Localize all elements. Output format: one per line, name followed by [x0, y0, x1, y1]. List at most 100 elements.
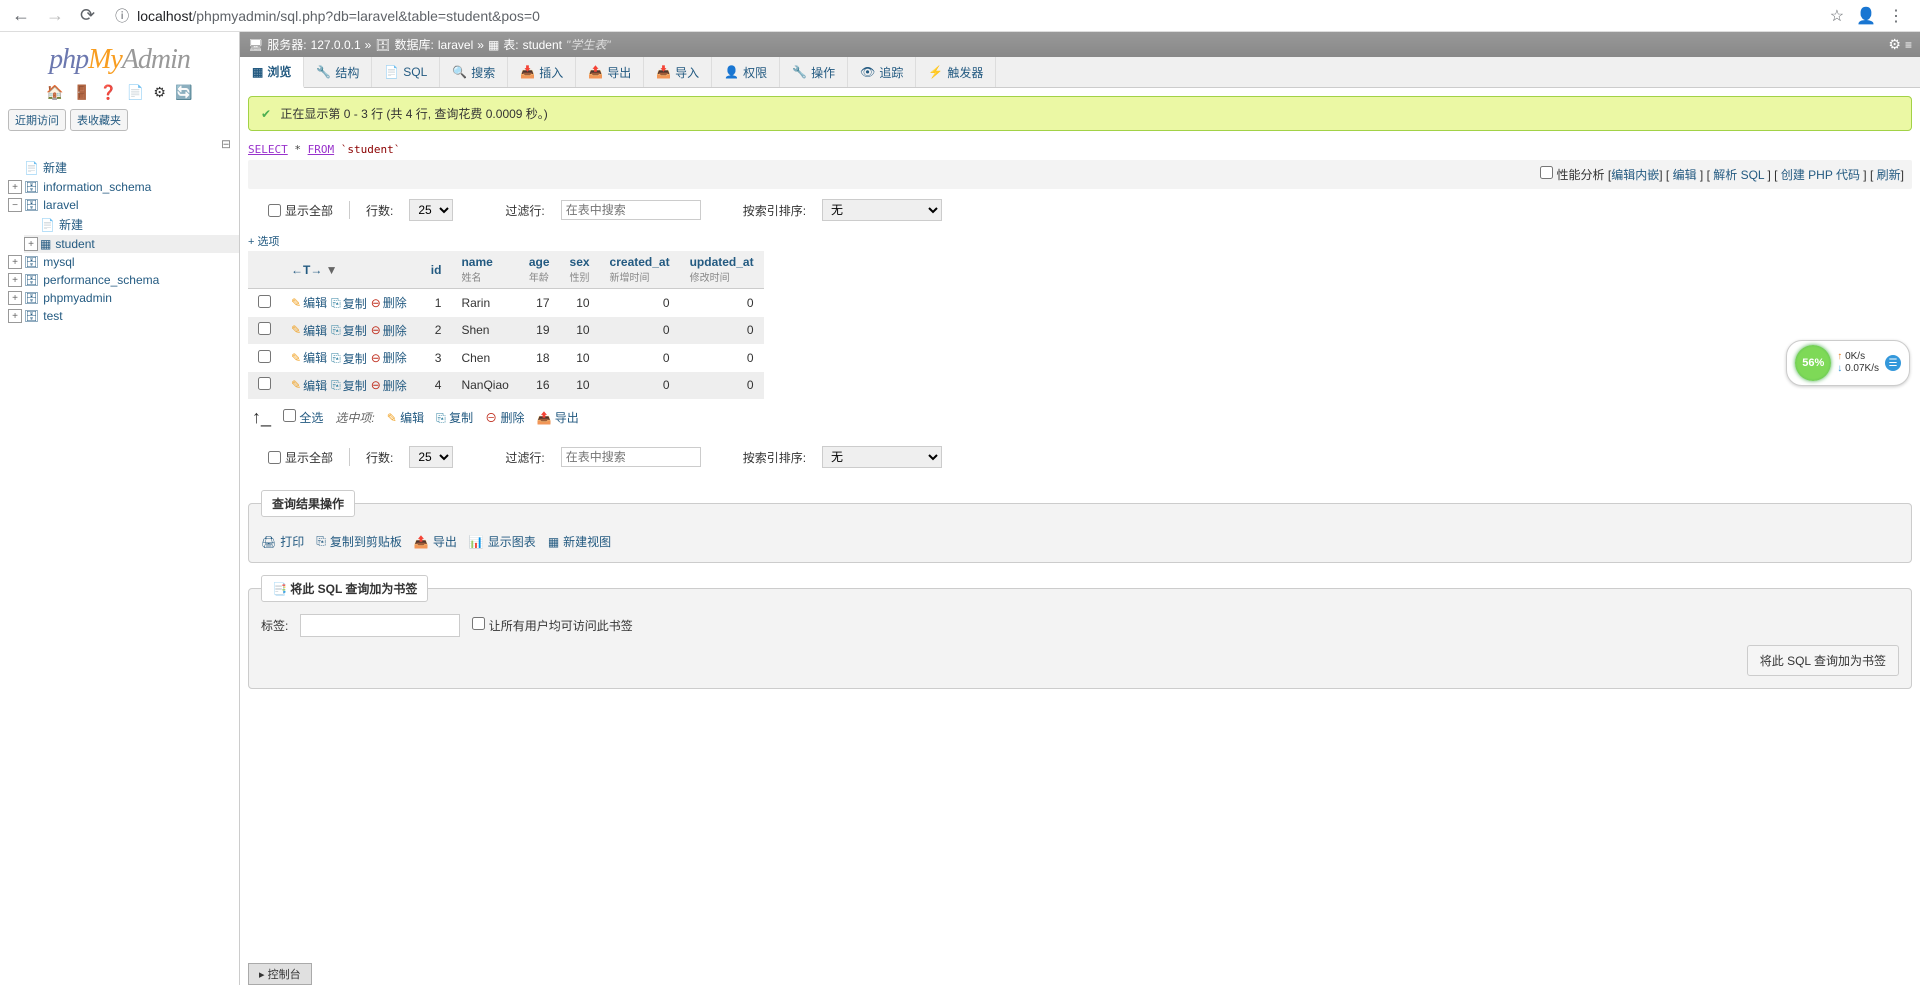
rows-select-2[interactable]: 25: [409, 446, 453, 468]
col-created_at[interactable]: created_at新增时间: [600, 251, 680, 289]
filter-input[interactable]: [561, 200, 701, 220]
tab-10[interactable]: ⚡触发器: [916, 57, 996, 87]
tab-2[interactable]: 📄SQL: [372, 57, 440, 87]
col-name[interactable]: name姓名: [451, 251, 518, 289]
breadcrumb-table[interactable]: student: [523, 38, 562, 52]
menu-icon[interactable]: ⋮: [1888, 6, 1904, 26]
logo[interactable]: phpMyAdmin: [0, 32, 239, 80]
php-link[interactable]: 创建 PHP 代码: [1781, 168, 1860, 182]
edit-inline-link[interactable]: 编辑内嵌: [1611, 168, 1659, 182]
filter-input-2[interactable]: [561, 447, 701, 467]
db-mysql[interactable]: +🗄mysql: [8, 253, 239, 271]
reload-tree-icon[interactable]: 🔄: [175, 84, 192, 101]
docs-icon[interactable]: ❓: [100, 84, 117, 101]
show-all-checkbox-2[interactable]: [268, 451, 281, 464]
breadcrumb-server[interactable]: 127.0.0.1: [311, 38, 361, 52]
row-edit[interactable]: ✎ 编辑: [291, 349, 327, 366]
toggle-icon[interactable]: −: [8, 198, 22, 212]
row-checkbox[interactable]: [258, 322, 271, 335]
db-test[interactable]: +🗄test: [8, 307, 239, 325]
create-view-link[interactable]: ▦ 新建视图: [548, 533, 611, 550]
toggle-icon[interactable]: +: [8, 180, 22, 194]
toggle-icon[interactable]: +: [8, 291, 22, 305]
info-icon[interactable]: ⓘ: [115, 6, 129, 26]
row-copy[interactable]: ⎘ 复制: [331, 377, 367, 394]
bookmark-share-checkbox[interactable]: [472, 617, 485, 630]
row-edit[interactable]: ✎ 编辑: [291, 377, 327, 394]
col-sex[interactable]: sex性别: [560, 251, 600, 289]
console-button[interactable]: ▸ 控制台: [248, 963, 312, 985]
tab-7[interactable]: 👤权限: [712, 57, 780, 87]
row-checkbox[interactable]: [258, 350, 271, 363]
row-delete[interactable]: ⊖ 删除: [371, 322, 407, 339]
row-delete[interactable]: ⊖ 删除: [371, 294, 407, 311]
url-bar[interactable]: ⓘ localhost/phpmyadmin/sql.php?db=larave…: [107, 6, 1822, 26]
breadcrumb-db[interactable]: laravel: [438, 38, 473, 52]
row-checkbox[interactable]: [258, 295, 271, 308]
new-db[interactable]: 📄新建: [8, 157, 239, 178]
bulk-export[interactable]: 📤 导出: [536, 409, 578, 426]
bulk-delete[interactable]: ⊖ 删除: [485, 409, 524, 426]
tab-5[interactable]: 📤导出: [576, 57, 644, 87]
row-copy[interactable]: ⎘ 复制: [331, 322, 367, 339]
bulk-edit[interactable]: ✎ 编辑: [387, 409, 424, 426]
db-phpmyadmin[interactable]: +🗄phpmyadmin: [8, 289, 239, 307]
toggle-icon[interactable]: +: [8, 273, 22, 287]
sort-arrows[interactable]: ←T→ ▼: [281, 251, 421, 289]
tab-0[interactable]: ▦浏览: [240, 57, 304, 88]
speed-more-icon[interactable]: ☰: [1885, 355, 1901, 371]
explain-link[interactable]: 解析 SQL: [1713, 168, 1764, 182]
db-laravel[interactable]: −🗄laravel: [8, 196, 239, 214]
row-delete[interactable]: ⊖ 删除: [371, 349, 407, 366]
show-all-checkbox[interactable]: [268, 204, 281, 217]
bookmark-button[interactable]: 将此 SQL 查询加为书签: [1747, 645, 1899, 676]
collapse-breadcrumb-icon[interactable]: ≡: [1905, 38, 1912, 52]
copy-clipboard-link[interactable]: ⎘ 复制到剪贴板: [316, 533, 402, 550]
toggle-icon[interactable]: +: [8, 309, 22, 323]
row-delete[interactable]: ⊖ 删除: [371, 377, 407, 394]
col-updated_at[interactable]: updated_at修改时间: [680, 251, 764, 289]
new-table[interactable]: 📄新建: [24, 214, 239, 235]
tab-1[interactable]: 🔧结构: [304, 57, 372, 87]
tab-8[interactable]: 🔧操作: [780, 57, 848, 87]
row-copy[interactable]: ⎘ 复制: [331, 350, 367, 367]
options-link[interactable]: + 选项: [248, 231, 1912, 251]
toggle-icon[interactable]: +: [24, 237, 38, 251]
tab-6[interactable]: 📥导入: [644, 57, 712, 87]
sort-select-2[interactable]: 无: [822, 446, 942, 468]
edit-link[interactable]: 编辑: [1673, 168, 1697, 182]
speed-widget[interactable]: 56% ↑ 0K/s ↓ 0.07K/s ☰: [1786, 340, 1910, 386]
rows-select[interactable]: 25: [409, 199, 453, 221]
star-icon[interactable]: ☆: [1830, 6, 1844, 26]
sort-select[interactable]: 无: [822, 199, 942, 221]
collapse-icon[interactable]: ⊟: [0, 135, 239, 153]
table-student[interactable]: +▦student: [24, 235, 239, 253]
tab-9[interactable]: 👁追踪: [848, 57, 916, 87]
favorites-tab[interactable]: 表收藏夹: [70, 109, 128, 131]
logout-icon[interactable]: 🚪: [73, 84, 90, 101]
export-link[interactable]: 📤 导出: [414, 533, 457, 550]
profile-icon[interactable]: 👤: [1856, 6, 1876, 26]
settings-icon[interactable]: ⚙: [153, 84, 166, 101]
bookmark-label-input[interactable]: [300, 614, 460, 637]
tab-3[interactable]: 🔍搜索: [440, 57, 508, 87]
row-copy[interactable]: ⎘ 复制: [331, 295, 367, 312]
bulk-copy[interactable]: ⎘ 复制: [436, 409, 473, 426]
db-performance_schema[interactable]: +🗄performance_schema: [8, 271, 239, 289]
page-settings-icon[interactable]: ⚙: [1888, 36, 1901, 53]
recent-tab[interactable]: 近期访问: [8, 109, 66, 131]
db-information_schema[interactable]: +🗄information_schema: [8, 178, 239, 196]
col-age[interactable]: age年龄: [519, 251, 560, 289]
chart-link[interactable]: 📊 显示图表: [469, 533, 536, 550]
reload-button[interactable]: ⟳: [76, 5, 99, 26]
refresh-link[interactable]: 刷新: [1877, 168, 1901, 182]
print-link[interactable]: 🖨 打印: [261, 533, 304, 550]
row-checkbox[interactable]: [258, 377, 271, 390]
col-id[interactable]: id: [421, 251, 452, 289]
toggle-icon[interactable]: +: [8, 255, 22, 269]
profiling-checkbox[interactable]: [1540, 166, 1553, 179]
select-all-checkbox[interactable]: [283, 409, 296, 422]
tab-4[interactable]: 📥插入: [508, 57, 576, 87]
row-edit[interactable]: ✎ 编辑: [291, 294, 327, 311]
home-icon[interactable]: 🏠: [46, 84, 63, 101]
